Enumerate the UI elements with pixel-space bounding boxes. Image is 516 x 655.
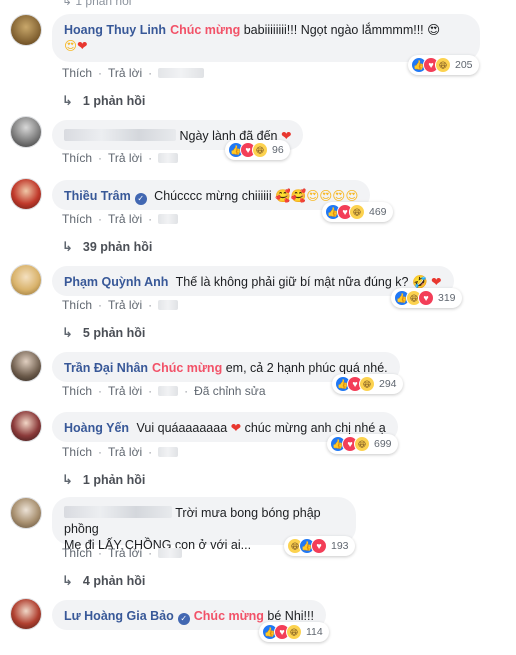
timestamp[interactable] <box>158 447 179 457</box>
mention-tag[interactable]: Chúc mừng <box>194 609 264 623</box>
reply-link[interactable]: Trả lời <box>108 66 142 80</box>
reaction-summary[interactable]: 😆 👍 ♥ 193 <box>284 536 355 556</box>
comment-text: bé Nhi!!! <box>267 609 314 623</box>
comment-text: Vui quáaaaaaaa <box>136 421 228 435</box>
comment-text: babiiiiiiii!!! Ngọt ngào lắmmmm!!! 😍 <box>243 23 441 37</box>
comment-text: Chúcccc mừng chiiiiii <box>154 189 272 203</box>
mention-tag[interactable]: Chúc mừng <box>170 23 240 37</box>
comment-actions: Thích · Trả lời · <box>62 546 183 560</box>
comment-author[interactable]: Phạm Quỳnh Anh <box>64 275 168 289</box>
avatar[interactable] <box>10 178 42 210</box>
comment-text: em, cả 2 hạnh phúc quá nhé. <box>225 361 388 375</box>
heart-icon: ❤ <box>77 39 88 53</box>
timestamp[interactable] <box>158 214 179 224</box>
avatar[interactable] <box>10 14 42 46</box>
reaction-count: 193 <box>331 540 349 552</box>
comment-author[interactable]: Hoàng Yến <box>64 421 129 435</box>
reply-arrow-icon: ↳ <box>62 239 73 254</box>
avatar[interactable] <box>10 598 42 630</box>
reply-arrow-icon: ↳ <box>62 0 76 8</box>
timestamp[interactable] <box>158 548 183 558</box>
verified-badge-icon: ✓ <box>134 193 147 205</box>
reaction-count: 294 <box>379 378 397 390</box>
avatar[interactable] <box>10 497 42 529</box>
replies-link[interactable]: ↳ 1 phản hồi <box>62 472 145 488</box>
haha-reaction-icon: 😆 <box>359 376 375 392</box>
comment-author[interactable] <box>64 129 176 141</box>
emoji: 🥰🥰😍😍😍😍 <box>275 189 359 203</box>
comment-author[interactable]: Trần Đại Nhân <box>64 361 148 375</box>
timestamp[interactable] <box>158 153 179 163</box>
haha-reaction-icon: 😆 <box>349 204 365 220</box>
reply-link[interactable]: Trả lời <box>108 212 142 226</box>
replies-link[interactable]: ↳ 5 phản hồi <box>62 325 145 341</box>
reaction-count: 319 <box>438 292 456 304</box>
reply-arrow-icon: ↳ <box>62 325 73 340</box>
love-reaction-icon: ♥ <box>418 290 434 306</box>
mention-tag[interactable]: Chúc mừng <box>152 361 222 375</box>
comment-text-after: chúc mừng anh chị nhé ạ <box>244 421 386 435</box>
reaction-count: 469 <box>369 206 387 218</box>
heart-icon: ❤ <box>230 421 242 435</box>
replies-link[interactable]: ↳ 39 phản hồi <box>62 239 152 255</box>
comment-author[interactable] <box>64 506 172 518</box>
timestamp[interactable] <box>158 300 179 310</box>
avatar[interactable] <box>10 264 42 296</box>
replies-link[interactable]: ↳ 1 phản hồi <box>62 93 145 109</box>
reaction-summary[interactable]: 👍 ♥ 😆 294 <box>332 374 403 394</box>
haha-reaction-icon: 😆 <box>286 624 302 640</box>
comment-author[interactable]: Hoang Thuy Linh <box>64 23 166 37</box>
avatar[interactable] <box>10 350 42 382</box>
like-link[interactable]: Thích <box>62 66 92 80</box>
reply-arrow-icon: ↳ <box>62 573 73 588</box>
comment-actions: Thích · Trả lời · · Đã chỉnh sửa <box>62 384 266 398</box>
reaction-summary[interactable]: 👍 ♥ 😆 699 <box>327 434 398 454</box>
like-link[interactable]: Thích <box>62 212 92 226</box>
comment-actions: Thích · Trả lời · <box>62 445 179 459</box>
comment-actions: Thích · Trả lời · <box>62 212 179 226</box>
comment-bubble: Thiều Trâm ✓ Chúcccc mừng chiiiiii 🥰🥰😍😍😍😍 <box>52 180 371 210</box>
verified-badge-icon: ✓ <box>177 613 190 625</box>
comment-author[interactable]: Lư Hoàng Gia Bảo <box>64 609 174 623</box>
haha-reaction-icon: 😆 <box>354 436 370 452</box>
reaction-summary[interactable]: 👍 ♥ 😆 205 <box>408 55 479 75</box>
reply-link[interactable]: Trả lời <box>108 546 142 560</box>
reply-arrow-icon: ↳ <box>62 93 73 108</box>
reaction-summary[interactable]: 👍 ♥ 😆 114 <box>259 622 329 642</box>
haha-reaction-icon: 😆 <box>435 57 451 73</box>
like-link[interactable]: Thích <box>62 445 92 459</box>
comment-text: Thế là không phải giữ bí mật nữa đúng k?… <box>175 275 428 289</box>
replies-link[interactable]: ↳ 4 phản hồi <box>62 573 145 589</box>
like-link[interactable]: Thích <box>62 384 92 398</box>
reaction-count: 699 <box>374 438 392 450</box>
like-link[interactable]: Thích <box>62 298 92 312</box>
comment-actions: Thích · Trả lời · <box>62 151 179 165</box>
like-link[interactable]: Thích <box>62 546 92 560</box>
reply-link[interactable]: Trả lời <box>108 298 142 312</box>
reaction-summary[interactable]: 👍 😆 ♥ 319 <box>391 288 462 308</box>
reaction-count: 205 <box>455 59 473 71</box>
reply-link[interactable]: Trả lời <box>108 151 142 165</box>
reaction-count: 114 <box>306 626 323 638</box>
reply-link[interactable]: Trả lời <box>108 384 142 398</box>
reply-arrow-icon: ↳ <box>62 472 73 487</box>
reaction-summary[interactable]: 👍 ♥ 😆 469 <box>322 202 393 222</box>
reaction-count: 96 <box>272 144 284 156</box>
comment-actions: Thích · Trả lời · <box>62 66 205 80</box>
reaction-summary[interactable]: 👍 ♥ 😆 96 <box>225 140 290 160</box>
timestamp[interactable] <box>158 68 205 78</box>
replies-link-cut[interactable]: ↳ 1 phản hồi <box>62 0 131 8</box>
avatar[interactable] <box>10 116 42 148</box>
edited-label: Đã chỉnh sửa <box>194 384 266 398</box>
emoji: 😍 <box>64 39 78 53</box>
timestamp[interactable] <box>158 386 179 396</box>
haha-reaction-icon: 😆 <box>252 142 268 158</box>
avatar[interactable] <box>10 410 42 442</box>
heart-icon: ❤ <box>431 275 442 289</box>
comment-author[interactable]: Thiều Trâm <box>64 189 131 203</box>
like-link[interactable]: Thích <box>62 151 92 165</box>
comment-actions: Thích · Trả lời · <box>62 298 179 312</box>
love-reaction-icon: ♥ <box>311 538 327 554</box>
reply-link[interactable]: Trả lời <box>108 445 142 459</box>
